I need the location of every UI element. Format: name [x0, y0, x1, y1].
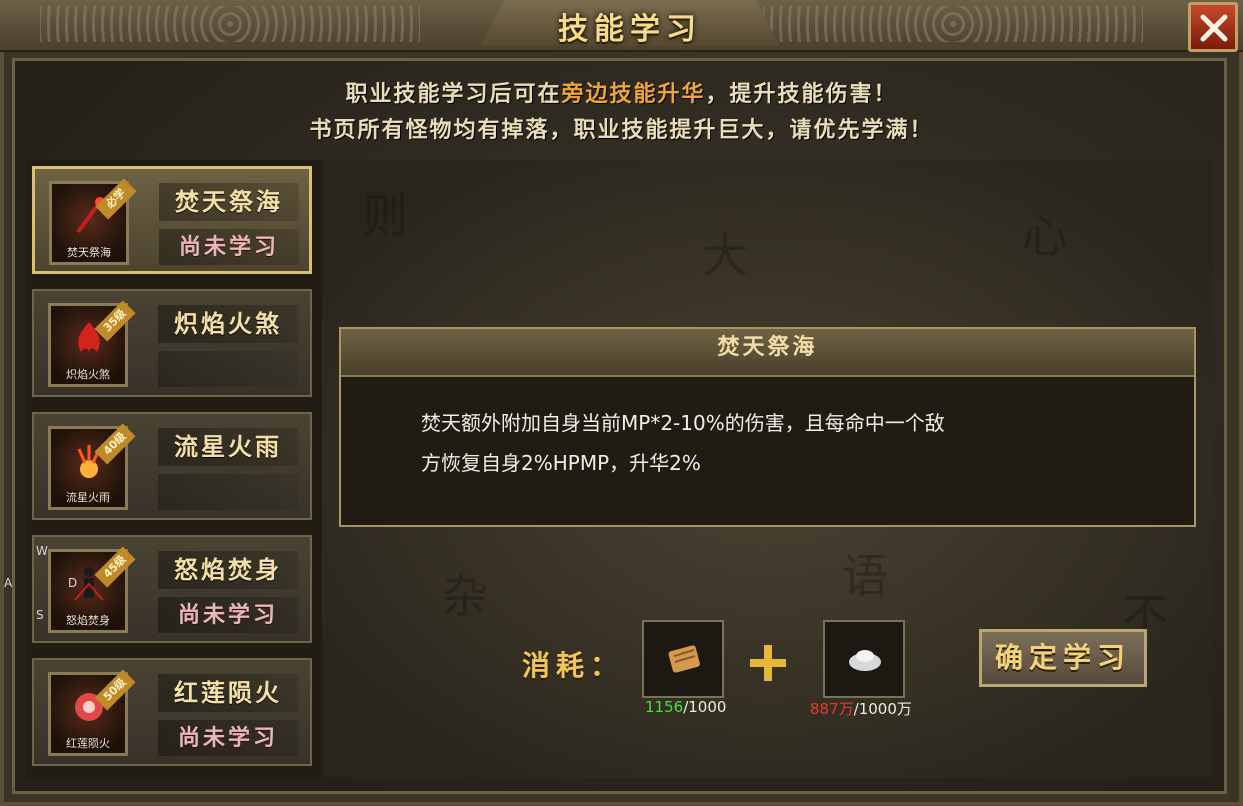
skill-status [158, 351, 298, 387]
level-badge: 必学 [95, 178, 137, 220]
skill-name: 流星火雨 [158, 428, 298, 466]
title-ornament-right [763, 6, 1143, 42]
silver-ingot-icon [849, 650, 881, 671]
icon-caption: 炽焰火煞 [66, 368, 110, 381]
close-button[interactable] [1188, 2, 1238, 52]
icon-caption: 红莲陨火 [66, 737, 110, 750]
description-body: 焚天额外附加自身当前MP*2-10%的伤害，且每命中一个敌 方恢复自身2%HPM… [421, 403, 1111, 483]
description-line-1: 焚天额外附加自身当前MP*2-10%的伤害，且每命中一个敌 [421, 411, 945, 435]
close-icon [1200, 14, 1228, 42]
cost-label: 消耗： [522, 649, 625, 682]
key-a: A [4, 576, 13, 590]
skill-item-honglian[interactable]: 50级 红莲陨火 红莲陨火 尚未学习 [32, 658, 312, 766]
calligraphy-bg: 语 [842, 549, 888, 603]
calligraphy-bg: 心 [1022, 209, 1068, 263]
cost-item-2-count: 887万/1000万 [810, 698, 912, 719]
key-d: D [68, 576, 78, 590]
skill-icon-liuxing: 40级 流星火雨 [48, 423, 136, 510]
notice-line-1-start: 职业技能学习后可在 [345, 81, 562, 107]
cost-item-2-need: /1000万 [853, 700, 912, 718]
title-ornament-left [40, 6, 420, 42]
skill-status: 尚未学习 [158, 720, 298, 756]
cost-item-1-count: 1156/1000 [645, 698, 726, 716]
calligraphy-bg: 则 [362, 189, 408, 243]
notice-line-2: 书页所有怪物均有掉落，职业技能提升巨大，请优先学满！ [309, 117, 934, 143]
cost-item-2-have: 887万 [810, 700, 854, 718]
level-badge: 45级 [94, 546, 136, 588]
skill-name: 炽焰火煞 [158, 305, 298, 343]
window-title: 技能学习 [558, 12, 702, 47]
cost-item-1-slot[interactable] [642, 620, 724, 698]
skill-icon-fentian: 必学 焚天祭海 [49, 178, 137, 265]
skill-item-liuxing[interactable]: 40级 流星火雨 流星火雨 [32, 412, 312, 520]
notice-highlight: 旁边技能升华 [561, 81, 706, 107]
plus-icon [750, 645, 786, 681]
cost-item-1-need: /1000 [683, 698, 727, 716]
skill-item-fentian[interactable]: 必学 焚天祭海 焚天祭海 尚未学习 [32, 166, 312, 274]
skill-icon-nuyan: 45级 怒焰焚身 [48, 546, 136, 633]
description-line-2: 方恢复自身2%HPMP，升华2% [421, 451, 701, 475]
key-w: W [36, 544, 48, 558]
confirm-learn-button[interactable]: 确定学习 [979, 629, 1147, 687]
description-title: 焚天祭海 [717, 334, 818, 360]
skill-name: 怒焰焚身 [158, 551, 298, 589]
skill-description-box: 焚天祭海 焚天额外附加自身当前MP*2-10%的伤害，且每命中一个敌 方恢复自身… [339, 327, 1196, 527]
skill-icon-honglian: 50级 红莲陨火 [48, 669, 136, 756]
skill-name: 焚天祭海 [159, 183, 299, 221]
icon-caption: 流星火雨 [66, 491, 110, 504]
cost-item-2-slot[interactable] [823, 620, 905, 698]
level-badge: 40级 [94, 423, 136, 465]
calligraphy-bg: 杂 [442, 569, 488, 623]
notice-line-1: 职业技能学习后可在旁边技能升华，提升技能伤害！ [0, 76, 1243, 112]
key-s: S [36, 608, 44, 622]
level-badge: 35级 [94, 300, 136, 342]
notice-text: 职业技能学习后可在旁边技能升华，提升技能伤害！ 书页所有怪物均有掉落，职业技能提… [0, 76, 1243, 148]
cost-item-1-have: 1156 [645, 698, 684, 716]
skill-name: 红莲陨火 [158, 674, 298, 712]
skill-status: 尚未学习 [158, 597, 298, 633]
skill-status [158, 474, 298, 510]
level-badge: 50级 [94, 669, 136, 711]
skill-status: 尚未学习 [159, 229, 299, 265]
notice-line-1-end: ，提升技能伤害！ [705, 81, 898, 107]
skill-list: 必学 焚天祭海 焚天祭海 尚未学习 35级 炽焰火煞 炽焰火煞 40级 流星火雨… [26, 160, 322, 778]
calligraphy-bg: 大 [702, 229, 748, 283]
skill-item-chiyan[interactable]: 35级 炽焰火煞 炽焰火煞 [32, 289, 312, 397]
icon-caption: 怒焰焚身 [66, 614, 110, 627]
icon-caption: 焚天祭海 [67, 246, 111, 259]
skill-icon-chiyan: 35级 炽焰火煞 [48, 300, 136, 387]
scroll-icon [668, 645, 700, 673]
